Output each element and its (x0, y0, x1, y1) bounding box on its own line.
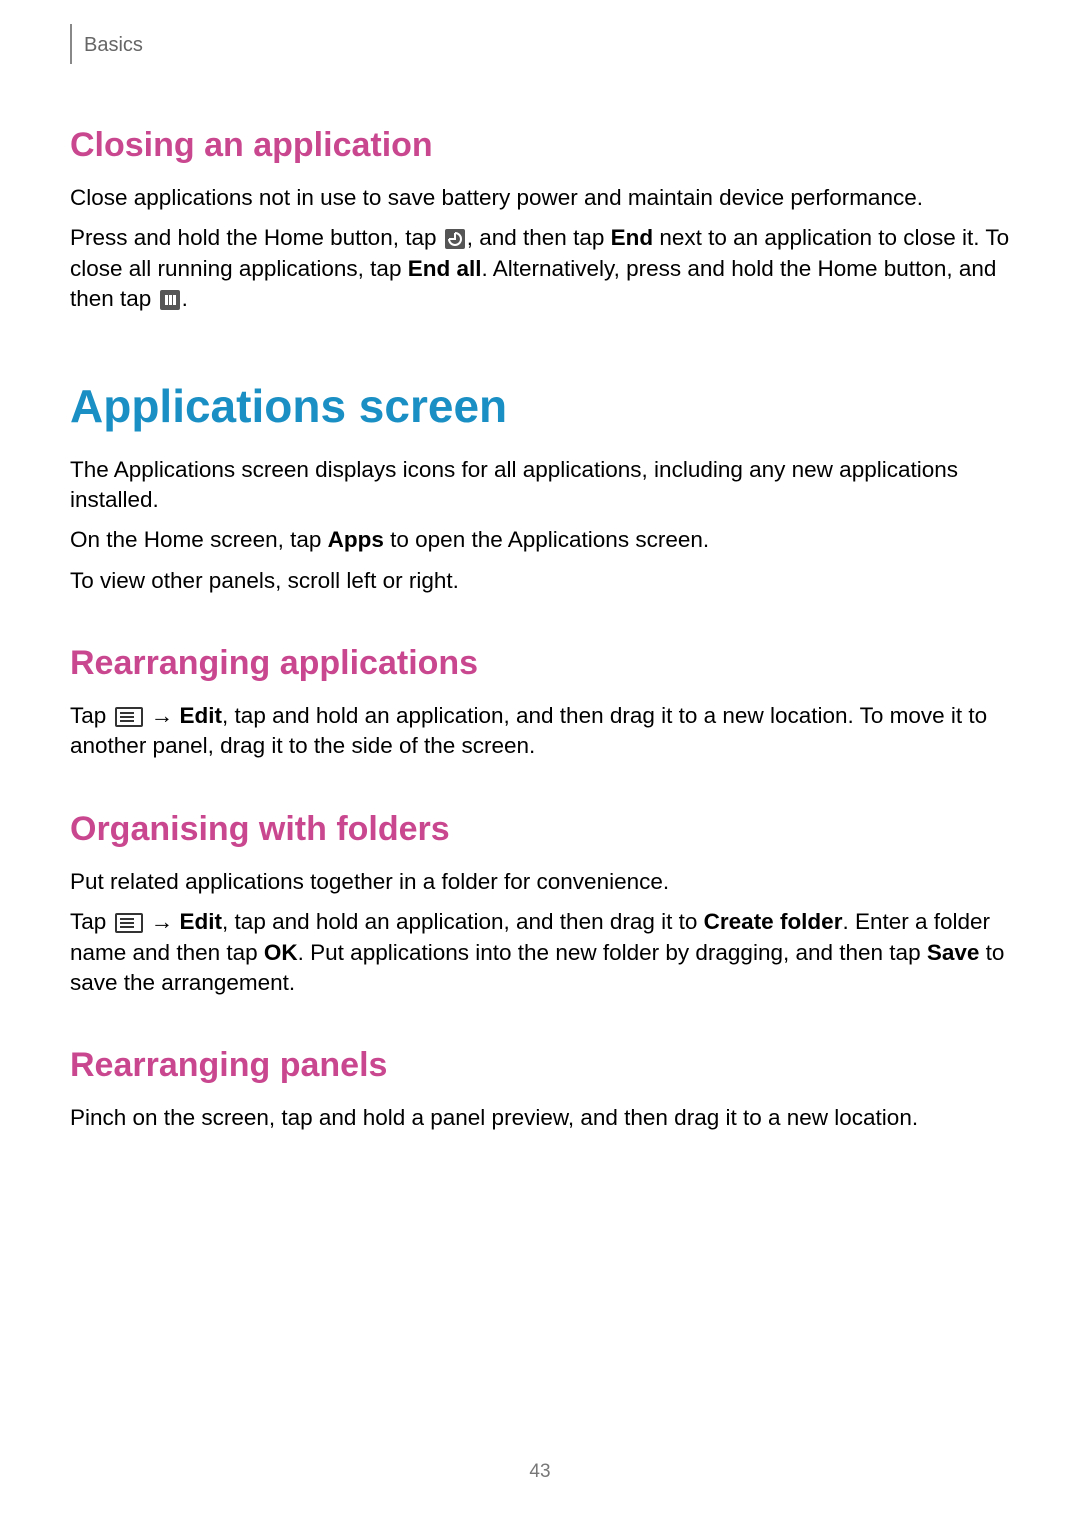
text-segment: Press and hold the Home button, tap (70, 225, 443, 250)
heading-rearranging-apps: Rearranging applications (70, 644, 1010, 683)
heading-rearranging-panels: Rearranging panels (70, 1046, 1010, 1085)
bold-edit: Edit (180, 703, 223, 728)
menu-icon (115, 707, 143, 727)
heading-organising-folders: Organising with folders (70, 810, 1010, 849)
text-segment: Tap (70, 909, 113, 934)
paragraph-apps-1: The Applications screen displays icons f… (70, 455, 1010, 516)
paragraph-rearranging-1: Tap → Edit, tap and hold an application,… (70, 701, 1010, 762)
bold-create-folder: Create folder (704, 909, 843, 934)
bold-save: Save (927, 940, 980, 965)
heading-closing-application: Closing an application (70, 126, 1010, 165)
paragraph-panels-1: Pinch on the screen, tap and hold a pane… (70, 1103, 1010, 1133)
arrow-icon: → (145, 909, 180, 934)
paragraph-organising-2: Tap → Edit, tap and hold an application,… (70, 907, 1010, 998)
task-manager-icon (445, 229, 465, 249)
bold-apps: Apps (328, 527, 384, 552)
text-segment: , and then tap (467, 225, 611, 250)
bold-end-all: End all (408, 256, 482, 281)
close-all-icon (160, 290, 180, 310)
breadcrumb: Basics (84, 34, 143, 57)
bold-ok: OK (264, 940, 298, 965)
text-segment: . Put applications into the new folder b… (298, 940, 927, 965)
page-number: 43 (0, 1461, 1080, 1483)
arrow-icon: → (145, 703, 180, 728)
text-segment: to open the Applications screen. (384, 527, 709, 552)
paragraph-closing-2: Press and hold the Home button, tap , an… (70, 223, 1010, 314)
paragraph-organising-1: Put related applications together in a f… (70, 867, 1010, 897)
text-segment: . (182, 286, 188, 311)
heading-applications-screen: Applications screen (70, 379, 1010, 433)
text-segment: On the Home screen, tap (70, 527, 328, 552)
text-segment: Tap (70, 703, 113, 728)
bold-edit: Edit (180, 909, 223, 934)
paragraph-apps-2: On the Home screen, tap Apps to open the… (70, 525, 1010, 555)
bold-end: End (611, 225, 654, 250)
paragraph-apps-3: To view other panels, scroll left or rig… (70, 566, 1010, 596)
header-divider (70, 24, 72, 64)
page-header: Basics (70, 38, 1010, 64)
menu-icon (115, 913, 143, 933)
paragraph-closing-1: Close applications not in use to save ba… (70, 183, 1010, 213)
text-segment: , tap and hold an application, and then … (222, 909, 704, 934)
